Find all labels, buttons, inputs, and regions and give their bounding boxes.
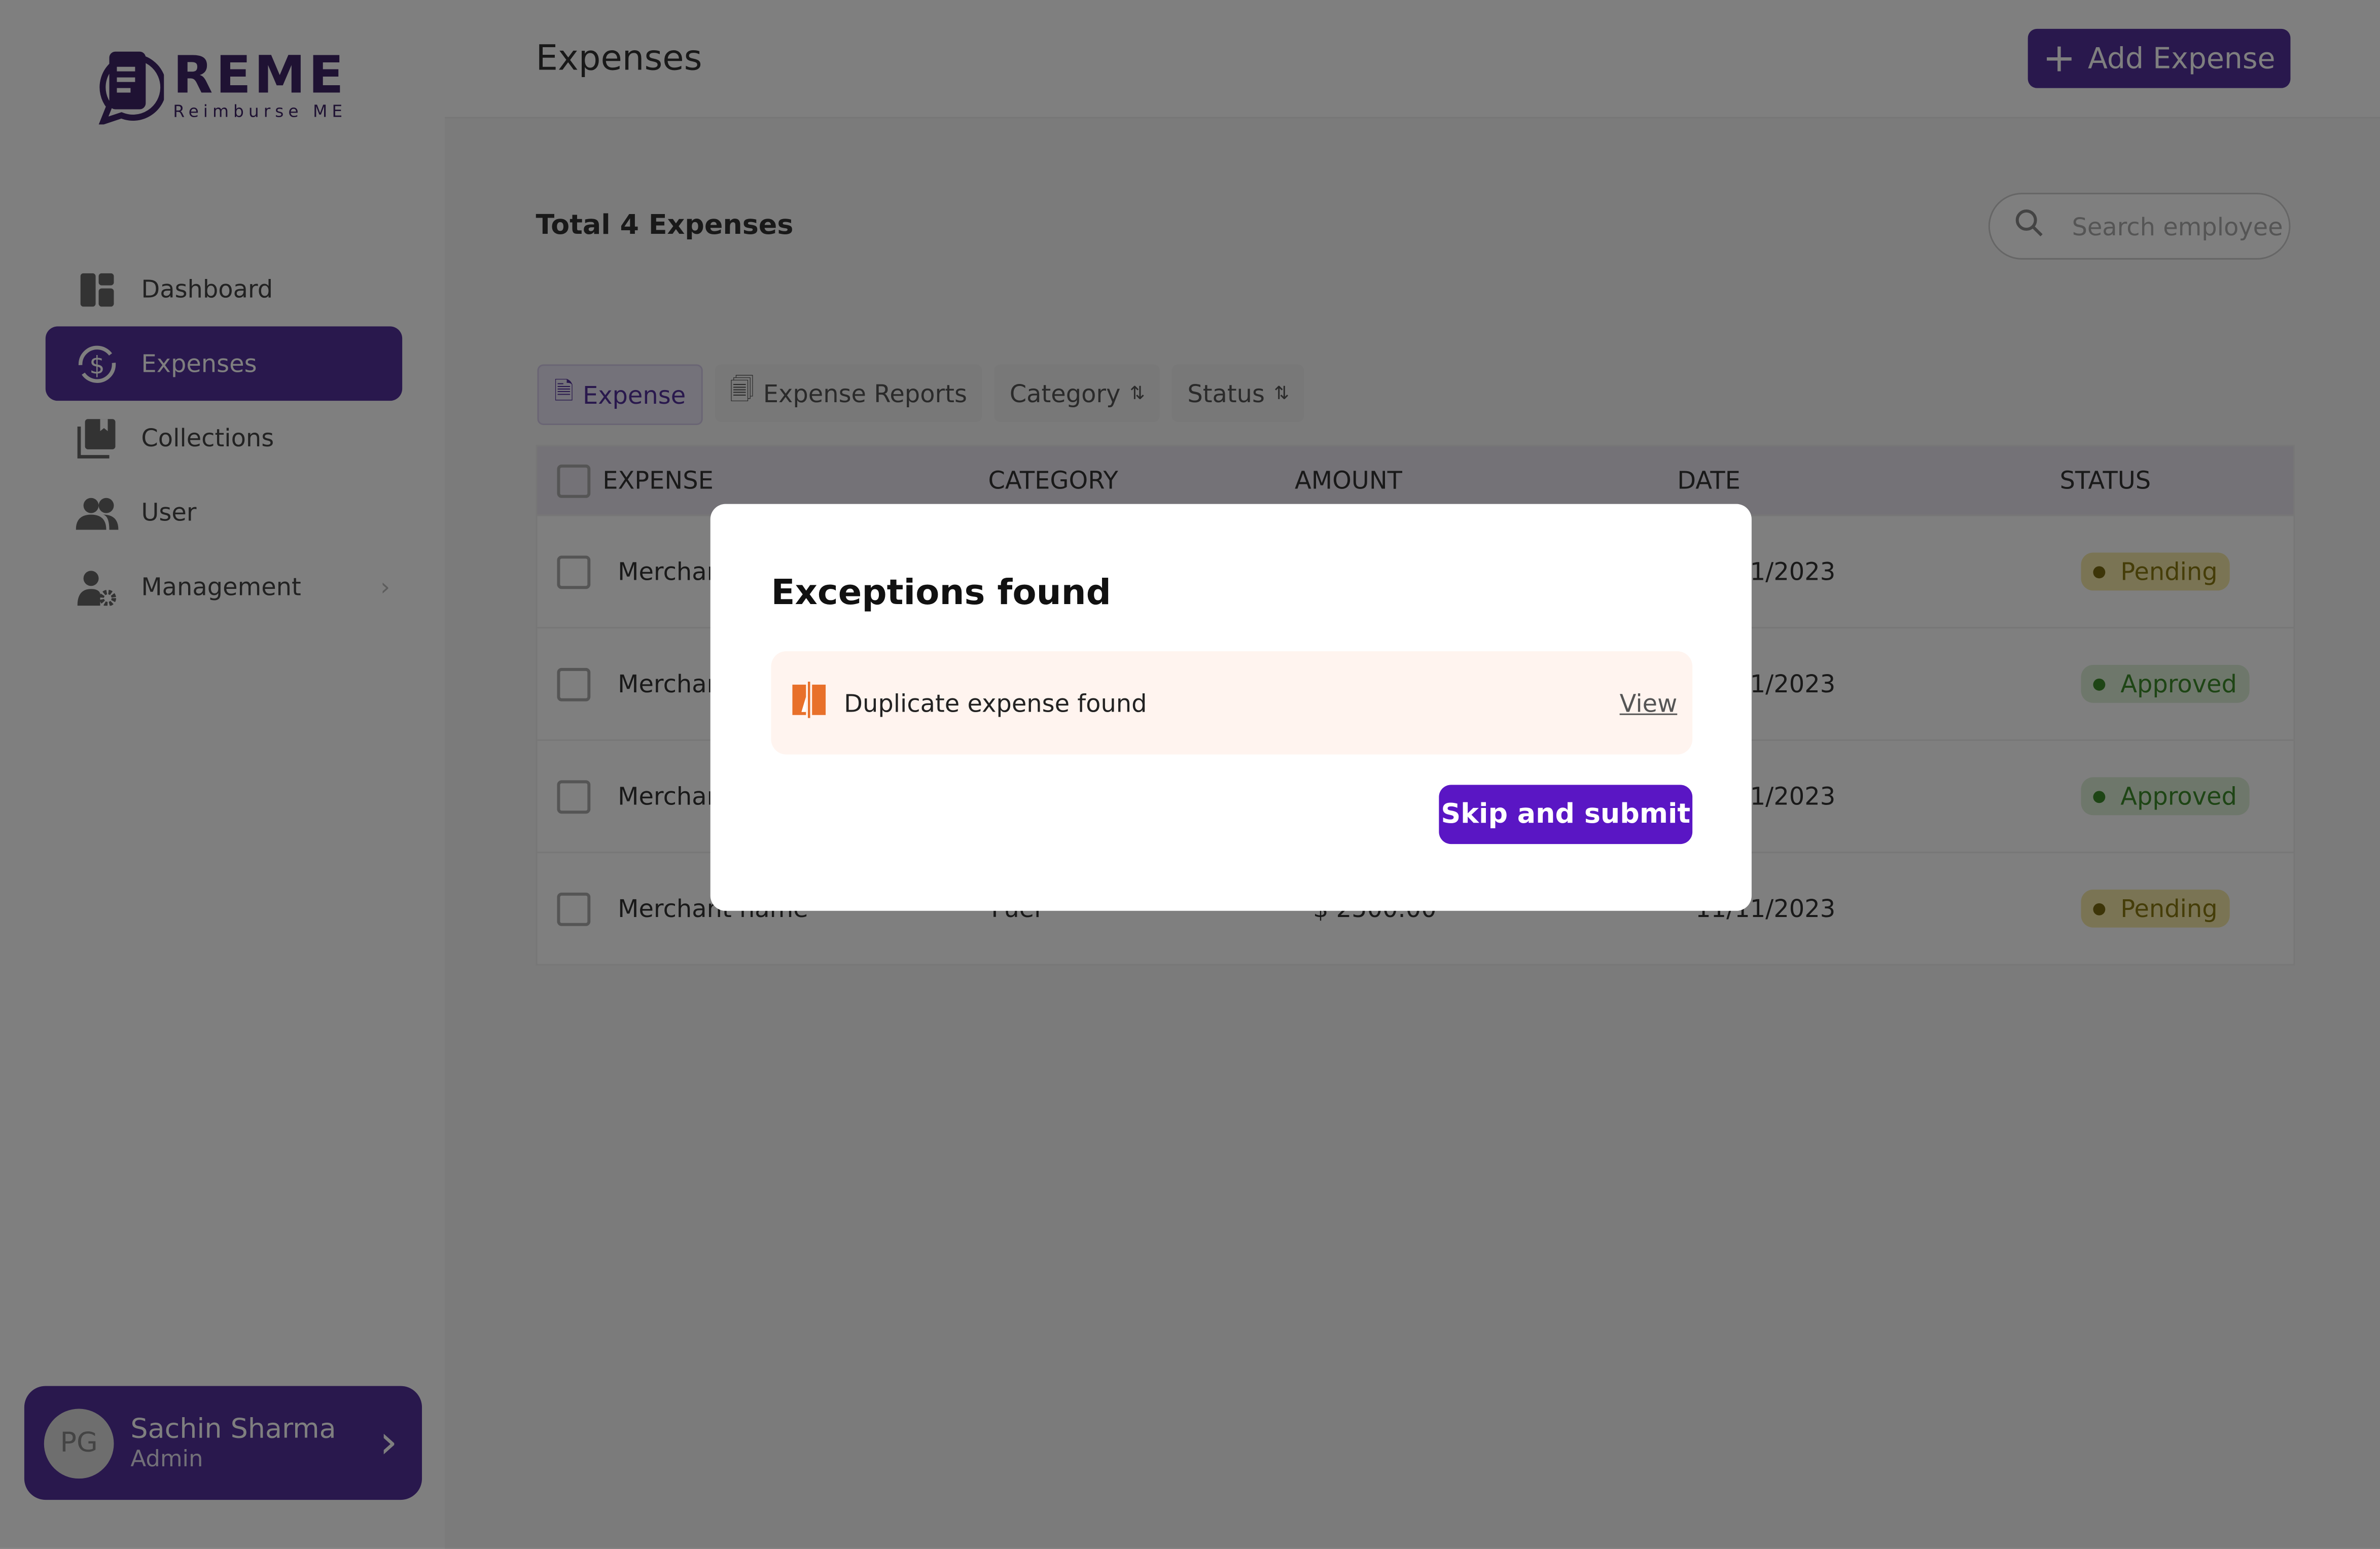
modal-title: Exceptions found: [771, 574, 1111, 614]
exception-item: Duplicate expense found View: [771, 651, 1693, 755]
duplicate-warning-icon: [792, 681, 826, 724]
view-link[interactable]: View: [1620, 688, 1678, 717]
exceptions-modal: Exceptions found Duplicate expense found…: [710, 504, 1752, 911]
app: REME Reimburse ME Dashboard $Expenses Co…: [0, 0, 2380, 1548]
skip-and-submit-button[interactable]: Skip and submit: [1439, 785, 1693, 844]
exception-text: Duplicate expense found: [844, 688, 1147, 718]
